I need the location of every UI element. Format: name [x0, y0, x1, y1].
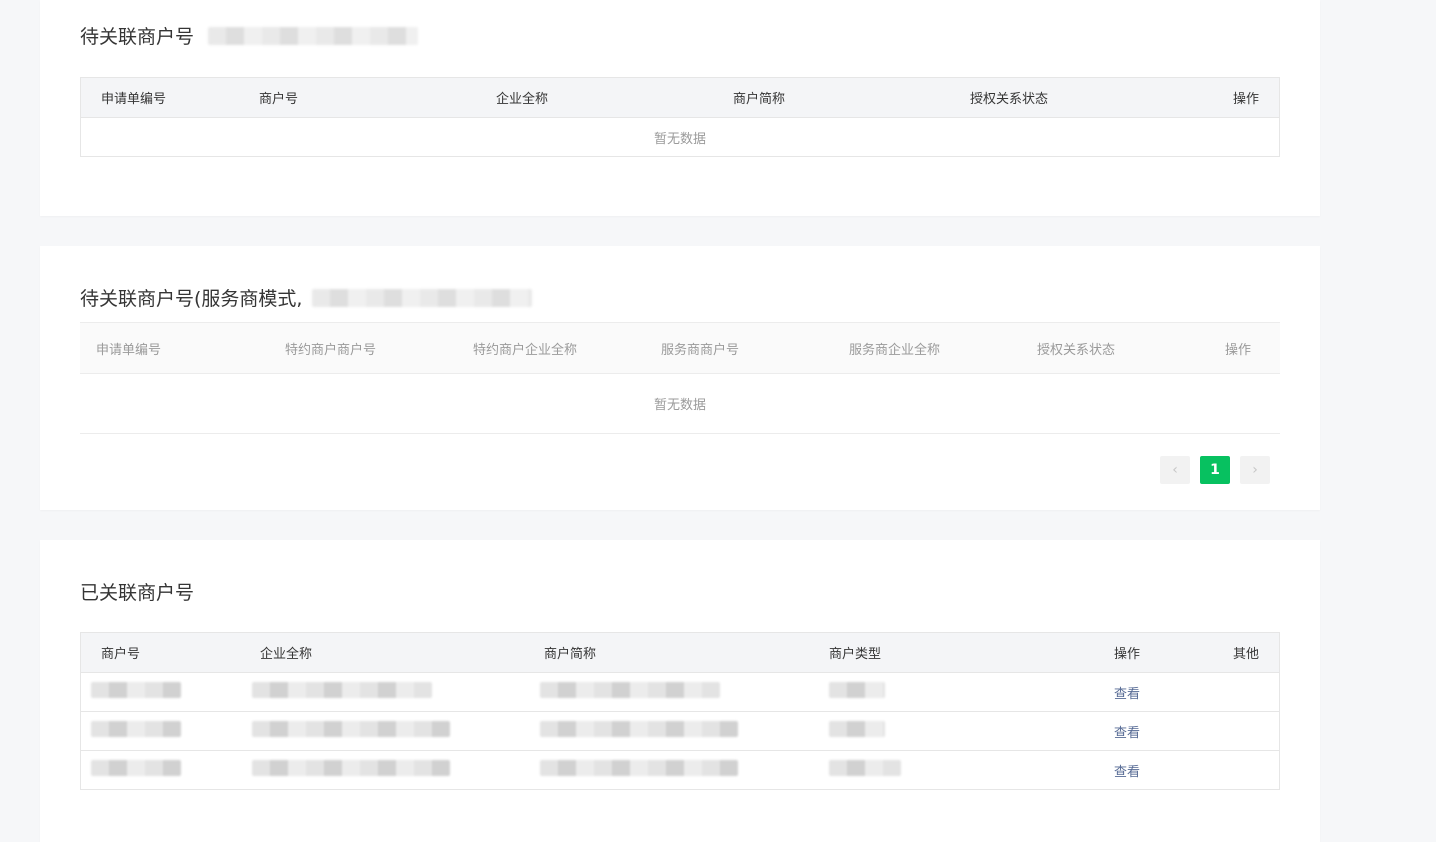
- empty-row: 暂无数据: [80, 374, 1280, 434]
- table-header: 申请单编号 特约商户商户号 特约商户企业全称 服务商商户号 服务商企业全称 授权…: [80, 323, 1280, 374]
- view-link[interactable]: 查看: [1114, 765, 1140, 780]
- empty-row: 暂无数据: [81, 117, 1279, 156]
- redacted-text: [540, 682, 720, 698]
- col-sub-merchant-company: 特约商户企业全称: [473, 342, 578, 358]
- chevron-left-icon: ‹: [1172, 462, 1178, 478]
- col-action: 操作: [1114, 647, 1141, 662]
- col-auth-status: 授权关系状态: [970, 92, 1049, 107]
- pending-service-merchants-table: 申请单编号 特约商户商户号 特约商户企业全称 服务商商户号 服务商企业全称 授权…: [80, 322, 1280, 434]
- redacted-text: [208, 26, 419, 45]
- redacted-text: [829, 760, 901, 776]
- pending-service-merchants-title: 待关联商户号(服务商模式,: [80, 288, 303, 310]
- page: 待关联商户号 申请单编号 商户号 企业全称 商户简称 授权关系状态 操作 暂无数…: [0, 0, 1436, 842]
- col-merchant-short-name: 商户简称: [733, 92, 786, 107]
- redacted-text: [829, 721, 885, 737]
- table-row: 查看: [81, 750, 1279, 789]
- col-merchant-short-name: 商户简称: [544, 647, 597, 662]
- col-service-merchant-id: 服务商商户号: [661, 342, 740, 358]
- pending-merchants-title: 待关联商户号: [80, 26, 195, 48]
- col-other: 其他: [1232, 647, 1259, 662]
- next-page-button[interactable]: ›: [1240, 456, 1270, 484]
- view-link[interactable]: 查看: [1114, 726, 1140, 741]
- table-header: 申请单编号 商户号 企业全称 商户简称 授权关系状态 操作: [81, 78, 1279, 117]
- table-row: 查看: [81, 672, 1279, 711]
- section-title: 待关联商户号(服务商模式,: [80, 284, 533, 311]
- redacted-text: [312, 288, 533, 307]
- col-action: 操作: [1225, 342, 1252, 358]
- section-title: 已关联商户号: [80, 578, 194, 605]
- page-1-button[interactable]: 1: [1200, 456, 1230, 484]
- redacted-text: [829, 682, 885, 698]
- redacted-text: [252, 721, 450, 737]
- col-action: 操作: [1232, 92, 1259, 107]
- col-company-name: 企业全称: [260, 647, 313, 662]
- table-header: 商户号 企业全称 商户简称 商户类型 操作 其他: [81, 633, 1279, 672]
- col-merchant-id: 商户号: [101, 647, 141, 662]
- pending-service-merchants-card: 待关联商户号(服务商模式, 申请单编号 特约商户商户号 特约商户企业全称 服务商…: [40, 246, 1320, 510]
- pending-merchants-table: 申请单编号 商户号 企业全称 商户简称 授权关系状态 操作 暂无数据: [80, 77, 1280, 157]
- redacted-text: [91, 760, 181, 776]
- prev-page-button[interactable]: ‹: [1160, 456, 1190, 484]
- linked-merchants-card: 已关联商户号 商户号 企业全称 商户简称 商户类型 操作 其他 查看 查看 查看: [40, 540, 1320, 842]
- col-application-id: 申请单编号: [101, 92, 167, 107]
- chevron-right-icon: ›: [1252, 462, 1258, 478]
- col-merchant-id: 商户号: [259, 92, 299, 107]
- col-merchant-type: 商户类型: [829, 647, 882, 662]
- redacted-text: [91, 682, 181, 698]
- redacted-text: [252, 682, 432, 698]
- linked-merchants-table: 商户号 企业全称 商户简称 商户类型 操作 其他 查看 查看 查看: [80, 632, 1280, 790]
- col-application-id: 申请单编号: [96, 342, 162, 358]
- section-title: 待关联商户号: [80, 22, 419, 49]
- redacted-text: [540, 721, 738, 737]
- pagination: ‹ 1 ›: [1160, 456, 1270, 484]
- redacted-text: [540, 760, 738, 776]
- pending-merchants-card: 待关联商户号 申请单编号 商户号 企业全称 商户简称 授权关系状态 操作 暂无数…: [40, 0, 1320, 216]
- redacted-text: [252, 760, 450, 776]
- linked-merchants-title: 已关联商户号: [80, 582, 195, 604]
- col-company-name: 企业全称: [496, 92, 549, 107]
- table-row: 查看: [81, 711, 1279, 750]
- view-link[interactable]: 查看: [1114, 687, 1140, 702]
- col-service-company: 服务商企业全称: [849, 342, 941, 358]
- col-auth-status: 授权关系状态: [1037, 342, 1116, 358]
- redacted-text: [91, 721, 181, 737]
- col-sub-merchant-id: 特约商户商户号: [285, 342, 377, 358]
